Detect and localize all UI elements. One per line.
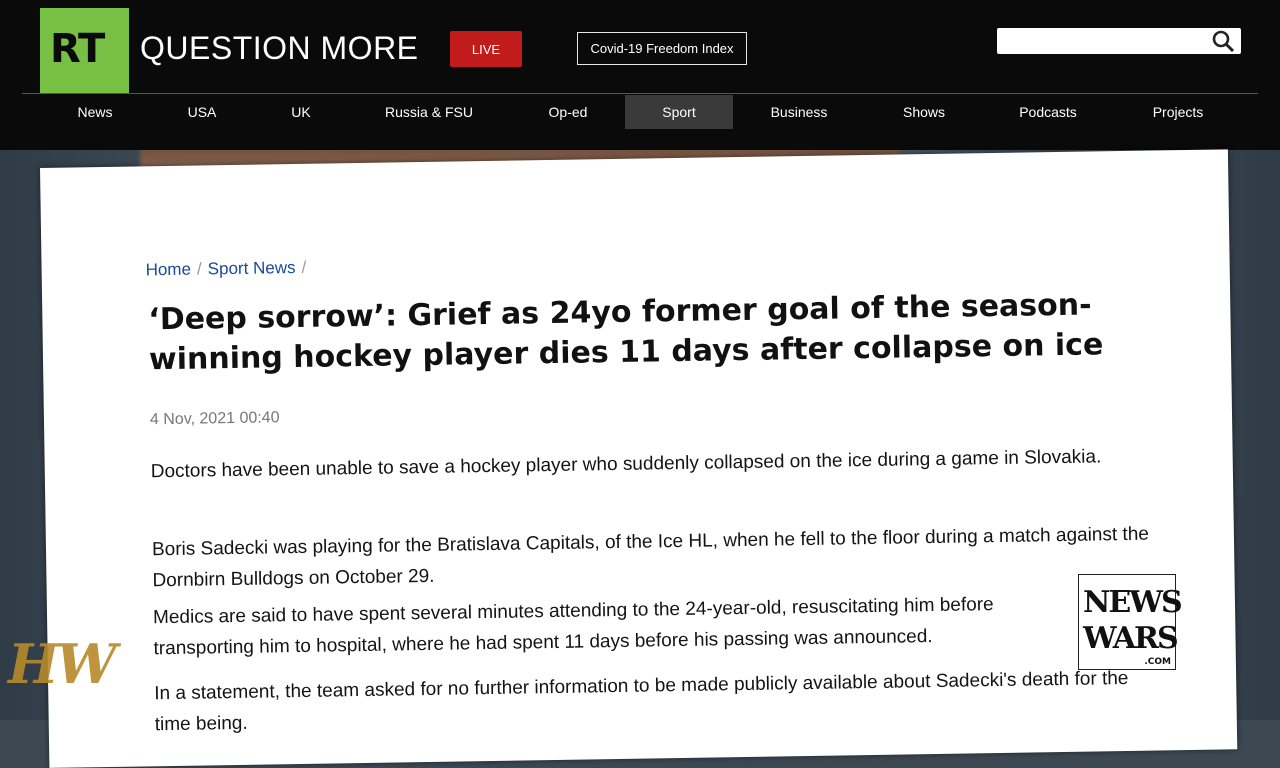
site-header: RT QUESTION MORE LIVE Covid-19 Freedom I… — [0, 0, 1280, 150]
newswars-line1: NEWS — [1083, 585, 1183, 620]
breadcrumb: Home / Sport News / — [145, 258, 312, 281]
article-title: ‘Deep sorrow’: Grief as 24yo former goal… — [148, 287, 1104, 378]
breadcrumb-separator: / — [196, 259, 202, 279]
live-button[interactable]: LIVE — [450, 31, 522, 67]
nav-item-sport[interactable]: Sport — [625, 95, 733, 129]
article-paragraph: Boris Sadecki was playing for the Bratis… — [151, 523, 1150, 592]
nav-item-projects[interactable]: Projects — [1133, 95, 1223, 129]
article-paragraph: In a statement, the team asked for no fu… — [154, 667, 1129, 736]
main-nav: News USA UK Russia & FSU Op-ed Sport Bus… — [0, 95, 1280, 129]
article-date: 4 Nov, 2021 00:40 — [149, 409, 280, 429]
nav-item-op-ed[interactable]: Op-ed — [528, 95, 608, 129]
nav-divider — [22, 93, 1258, 94]
nav-item-podcasts[interactable]: Podcasts — [1003, 95, 1093, 129]
article-paragraph: Medics are said to have spent several mi… — [152, 594, 994, 660]
breadcrumb-separator-end: / — [301, 257, 307, 277]
search-icon[interactable] — [1211, 30, 1235, 52]
nav-item-shows[interactable]: Shows — [884, 95, 964, 129]
newswars-watermark-logo: NEWS WARS .COM — [1078, 574, 1183, 670]
breadcrumb-home[interactable]: Home — [145, 260, 191, 280]
breadcrumb-sport-news[interactable]: Sport News — [208, 258, 296, 278]
newswars-line2: WARS — [1083, 621, 1179, 656]
nav-item-russia-fsu[interactable]: Russia & FSU — [374, 95, 484, 129]
newswars-line3: .COM — [1144, 657, 1171, 667]
article-card: Home / Sport News / ‘Deep sorrow’: Grief as… — [40, 149, 1238, 768]
nav-item-usa[interactable]: USA — [172, 95, 232, 129]
hw-watermark-logo: HW — [8, 632, 117, 696]
nav-item-news[interactable]: News — [55, 95, 135, 129]
search-input[interactable] — [997, 28, 1241, 54]
site-tagline: QUESTION MORE — [140, 30, 419, 66]
nav-item-business[interactable]: Business — [754, 95, 844, 129]
covid-freedom-index-button[interactable]: Covid-19 Freedom Index — [577, 32, 747, 65]
rt-logo-text: RT — [50, 26, 105, 72]
nav-item-uk[interactable]: UK — [271, 95, 331, 129]
article-paragraph: Doctors have been unable to save a hocke… — [150, 446, 1102, 483]
